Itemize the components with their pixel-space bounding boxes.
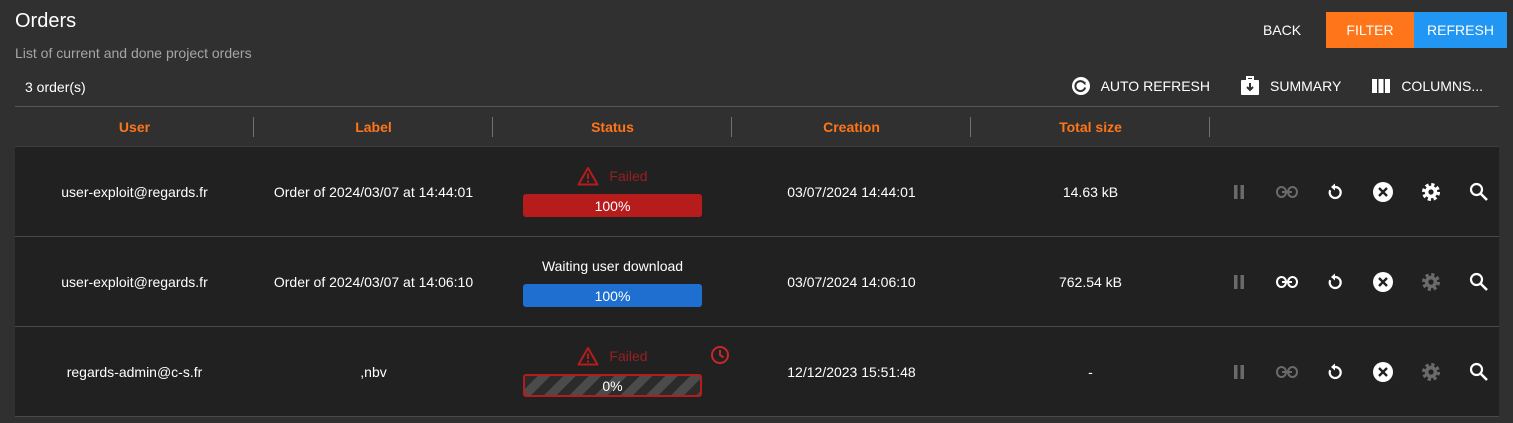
row-actions [1215, 237, 1503, 326]
pause-button[interactable] [1215, 172, 1263, 212]
summary-button[interactable]: SUMMARY [1240, 76, 1341, 96]
cell-creation: 03/07/2024 14:44:01 [787, 183, 916, 200]
search-icon [1469, 272, 1488, 291]
restart-icon [1328, 273, 1342, 289]
back-button[interactable]: BACK [1242, 12, 1322, 48]
restart-icon [1328, 183, 1342, 199]
cell-user: user-exploit@regards.fr [61, 183, 208, 200]
cell-total-size: 762.54 kB [1058, 273, 1123, 290]
column-header-creation[interactable]: Creation [732, 107, 971, 146]
search-button[interactable] [1455, 352, 1503, 392]
cell-total-size: - [1088, 363, 1093, 380]
progress-text: 100% [594, 197, 631, 214]
cell-total-size: 14.63 kB [1062, 183, 1119, 200]
cell-user: user-exploit@regards.fr [61, 273, 208, 290]
cell-creation: 03/07/2024 14:06:10 [787, 273, 916, 290]
progress-text: 100% [594, 287, 631, 304]
auto-refresh-button[interactable]: AUTO REFRESH [1071, 76, 1210, 96]
auto-refresh-icon [1071, 77, 1090, 95]
search-icon [1469, 182, 1488, 201]
columns-label: COLUMNS... [1401, 78, 1483, 94]
progress-bar: 0% [523, 374, 702, 397]
progress-bar: 100% [523, 194, 702, 217]
link-icon [1276, 275, 1298, 288]
link-icon [1276, 365, 1298, 378]
clock-icon [711, 346, 729, 364]
cancel-button[interactable] [1359, 352, 1407, 392]
status-line: Failed [577, 166, 648, 186]
cell-creation: 12/12/2023 15:51:48 [787, 363, 916, 380]
link-button[interactable] [1263, 172, 1311, 212]
page-title: Orders [15, 10, 77, 32]
cancel-button[interactable] [1359, 172, 1407, 212]
settings-button[interactable] [1407, 262, 1455, 302]
settings-button[interactable] [1407, 352, 1455, 392]
column-header-user[interactable]: User [15, 107, 254, 146]
column-header-total-size[interactable]: Total size [971, 107, 1210, 146]
restart-icon [1328, 363, 1342, 379]
link-icon [1276, 185, 1298, 198]
settings-icon [1422, 182, 1440, 201]
row-actions [1215, 327, 1503, 416]
summary-download-icon [1241, 76, 1259, 95]
table-toolbar: AUTO REFRESH SUMMARY COLUMNS... [1041, 74, 1483, 98]
link-button[interactable] [1263, 352, 1311, 392]
filter-button[interactable]: FILTER [1326, 12, 1414, 48]
refresh-button[interactable]: REFRESH [1414, 12, 1507, 48]
table-row: user-exploit@regards.fr Order of 2024/03… [15, 237, 1499, 327]
pause-button[interactable] [1215, 262, 1263, 302]
table-row: regards-admin@c-s.fr ,nbv Failed 0% 12/1… [15, 327, 1499, 417]
progress-text: 0% [602, 377, 623, 394]
auto-refresh-label: AUTO REFRESH [1100, 78, 1210, 94]
column-header-status[interactable]: Status [493, 107, 732, 146]
status-line: Failed [577, 346, 648, 366]
settings-button[interactable] [1407, 172, 1455, 212]
cell-status: Waiting user download 100% [493, 237, 732, 326]
search-icon [1469, 362, 1488, 381]
row-actions [1215, 147, 1503, 236]
progress-bar: 100% [523, 284, 702, 307]
table-row: user-exploit@regards.fr Order of 2024/03… [15, 147, 1499, 237]
page-subtitle: List of current and done project orders [15, 45, 252, 61]
cell-label: Order of 2024/03/07 at 14:44:01 [273, 183, 474, 200]
warning-icon [577, 167, 599, 186]
cell-label: Order of 2024/03/07 at 14:06:10 [273, 273, 474, 290]
status-text: Failed [609, 348, 648, 364]
search-button[interactable] [1455, 262, 1503, 302]
cell-user: regards-admin@c-s.fr [66, 363, 203, 380]
cell-status: Failed 0% [493, 327, 732, 416]
settings-icon [1422, 362, 1440, 381]
cell-label: ,nbv [360, 363, 387, 380]
orders-table: User Label Status Creation Total size us… [15, 106, 1499, 417]
pause-icon [1234, 274, 1244, 289]
search-button[interactable] [1455, 172, 1503, 212]
status-text: Failed [609, 168, 648, 184]
cell-status: Failed 100% [493, 147, 732, 236]
pause-icon [1234, 184, 1244, 199]
settings-icon [1422, 272, 1440, 291]
header-actions: BACK FILTER REFRESH [1242, 12, 1507, 48]
cancel-icon [1373, 271, 1393, 292]
summary-label: SUMMARY [1270, 78, 1342, 94]
restart-button[interactable] [1311, 352, 1359, 392]
columns-button[interactable]: COLUMNS... [1371, 76, 1483, 96]
restart-button[interactable] [1311, 172, 1359, 212]
status-text: Waiting user download [541, 258, 684, 274]
cancel-icon [1373, 181, 1393, 202]
status-line: Waiting user download [542, 256, 683, 276]
column-header-label[interactable]: Label [254, 107, 493, 146]
link-button[interactable] [1263, 262, 1311, 302]
pause-icon [1234, 364, 1244, 379]
cancel-button[interactable] [1359, 262, 1407, 302]
restart-button[interactable] [1311, 262, 1359, 302]
pause-button[interactable] [1215, 352, 1263, 392]
columns-icon [1372, 79, 1391, 93]
order-count: 3 order(s) [25, 79, 86, 95]
table-header: User Label Status Creation Total size [15, 106, 1499, 147]
cancel-icon [1373, 361, 1393, 382]
warning-icon [577, 347, 599, 366]
